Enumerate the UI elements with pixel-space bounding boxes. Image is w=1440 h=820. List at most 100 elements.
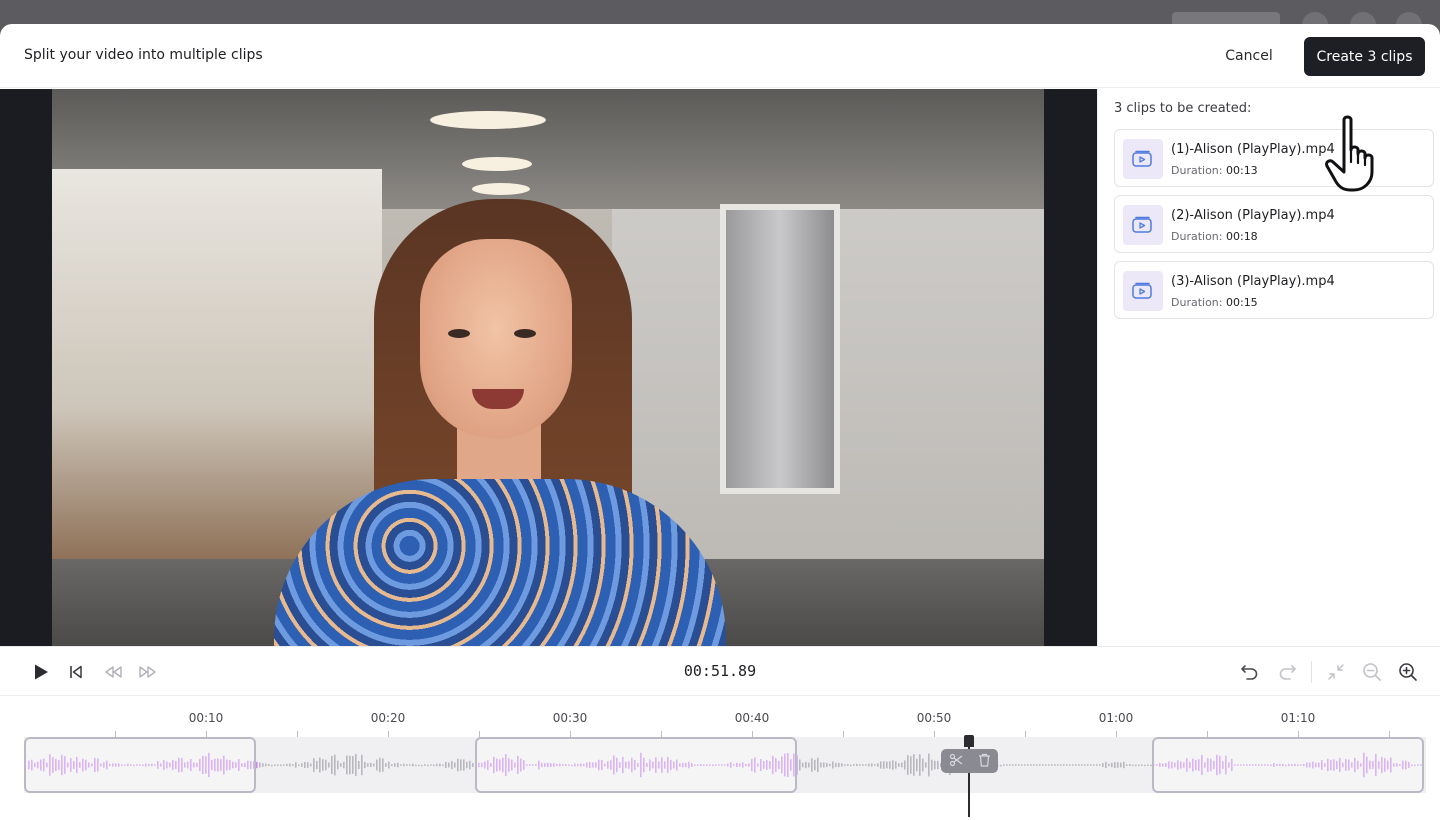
waveform-bar <box>895 761 897 769</box>
waveform-bar <box>1141 764 1143 767</box>
waveform-bar <box>442 764 444 767</box>
clips-heading: 3 clips to be created: <box>1114 101 1252 116</box>
waveform-bar <box>919 754 921 776</box>
waveform-bar <box>892 760 894 770</box>
waveform-bar <box>397 762 399 768</box>
scissors-icon[interactable] <box>949 752 963 771</box>
waveform-bar <box>331 756 333 774</box>
waveform-bar <box>289 763 291 767</box>
waveform-bar <box>439 763 441 767</box>
waveform-bar <box>334 754 336 776</box>
clip-item-3[interactable]: (3)-Alison (PlayPlay).mp4 Duration: 00:1… <box>1114 261 1434 319</box>
timeline[interactable]: 00:10 00:20 00:30 00:40 00:50 01:00 01:1… <box>0 697 1440 820</box>
waveform-bar <box>826 762 828 768</box>
clip-duration: Duration: 00:18 <box>1171 230 1258 243</box>
waveform-bar <box>1084 764 1086 766</box>
waveform-bar <box>364 761 366 769</box>
waveform-bar <box>376 759 378 771</box>
waveform-bar <box>424 764 426 766</box>
waveform-bar <box>466 761 468 769</box>
ruler-label: 00:10 <box>188 711 224 725</box>
waveform-bar <box>832 761 834 769</box>
waveform-bar <box>319 757 321 773</box>
waveform-bar <box>838 762 840 768</box>
waveform-bar <box>259 762 261 768</box>
waveform-bar <box>1021 764 1023 766</box>
waveform-bar <box>370 762 372 768</box>
clip-duration: Duration: 00:15 <box>1171 296 1258 309</box>
waveform-bar <box>469 760 471 770</box>
waveform-bar <box>1057 764 1059 766</box>
waveform-bar <box>355 753 357 777</box>
video-lamp <box>430 111 546 129</box>
waveform-bar <box>817 757 819 773</box>
create-clips-button[interactable]: Create 3 clips <box>1304 37 1425 76</box>
waveform-bar <box>460 759 462 771</box>
waveform-bar <box>463 759 465 771</box>
waveform-bar <box>808 762 810 768</box>
waveform-bar <box>1018 764 1020 766</box>
waveform-bar <box>901 762 903 768</box>
waveform-bar <box>1024 764 1026 766</box>
waveform-bar <box>913 754 915 776</box>
waveform-bar <box>1087 764 1089 766</box>
playhead-handle[interactable] <box>964 735 974 747</box>
waveform-bar <box>835 762 837 768</box>
waveform-bar <box>1036 764 1038 766</box>
clip-segment-1[interactable] <box>24 737 256 793</box>
waveform-bar <box>853 764 855 766</box>
clip-segment-2[interactable] <box>475 737 797 793</box>
collapse-icon[interactable] <box>1325 661 1347 683</box>
ruler-label: 00:50 <box>916 711 952 725</box>
waveform-bar <box>1111 762 1113 768</box>
waveform-bar <box>1045 764 1047 766</box>
redo-icon[interactable] <box>1276 661 1298 683</box>
waveform-bar <box>325 759 327 771</box>
undo-icon[interactable] <box>1239 661 1261 683</box>
trash-icon[interactable] <box>978 752 991 771</box>
modal-header: Split your video into multiple clips Can… <box>0 24 1440 88</box>
clip-segment-3[interactable] <box>1152 737 1424 793</box>
clip-item-2[interactable]: (2)-Alison (PlayPlay).mp4 Duration: 00:1… <box>1114 195 1434 253</box>
waveform-bar <box>865 764 867 766</box>
playhead-toolbar <box>941 749 998 773</box>
waveform-bar <box>1072 764 1074 766</box>
waveform-bar <box>931 759 933 771</box>
waveform-bar <box>322 759 324 771</box>
waveform-bar <box>850 764 852 767</box>
playback-controls: 00:51.89 <box>0 646 1440 696</box>
waveform-bar <box>343 761 345 769</box>
ruler-label: 01:00 <box>1098 711 1134 725</box>
waveform-bar <box>433 764 435 767</box>
timeline-ruler: 00:10 00:20 00:30 00:40 00:50 01:00 01:1… <box>24 697 1426 737</box>
video-lamp <box>472 183 530 195</box>
video-player <box>0 89 1097 646</box>
clip-duration: Duration: 00:13 <box>1171 164 1258 177</box>
waveform-bar <box>472 762 474 768</box>
pointer-hand-icon <box>1325 115 1374 192</box>
waveform-bar <box>394 763 396 767</box>
waveform-bar <box>388 761 390 769</box>
waveform-bar <box>295 762 297 768</box>
video-frame[interactable] <box>52 89 1044 646</box>
waveform-bar <box>799 759 801 771</box>
waveform-bar <box>844 764 846 766</box>
waveform-bar <box>847 764 849 766</box>
ruler-label: 01:10 <box>1280 711 1316 725</box>
waveform-bar <box>1042 764 1044 766</box>
modal-title: Split your video into multiple clips <box>24 47 263 63</box>
zoom-out-icon[interactable] <box>1361 661 1383 683</box>
waveform-bar <box>451 760 453 770</box>
waveform-bar <box>415 764 417 767</box>
cancel-button[interactable]: Cancel <box>1218 38 1280 74</box>
waveform-bar <box>1078 764 1080 766</box>
waveform-bar <box>262 763 264 767</box>
timecode: 00:51.89 <box>683 662 757 680</box>
waveform-bar <box>1126 764 1128 766</box>
waveform-bar <box>1117 762 1119 768</box>
waveform-bar <box>862 764 864 766</box>
waveform-bar <box>889 761 891 769</box>
waveform-bar <box>373 763 375 767</box>
waveform-bar <box>1147 764 1149 767</box>
zoom-in-icon[interactable] <box>1397 661 1419 683</box>
